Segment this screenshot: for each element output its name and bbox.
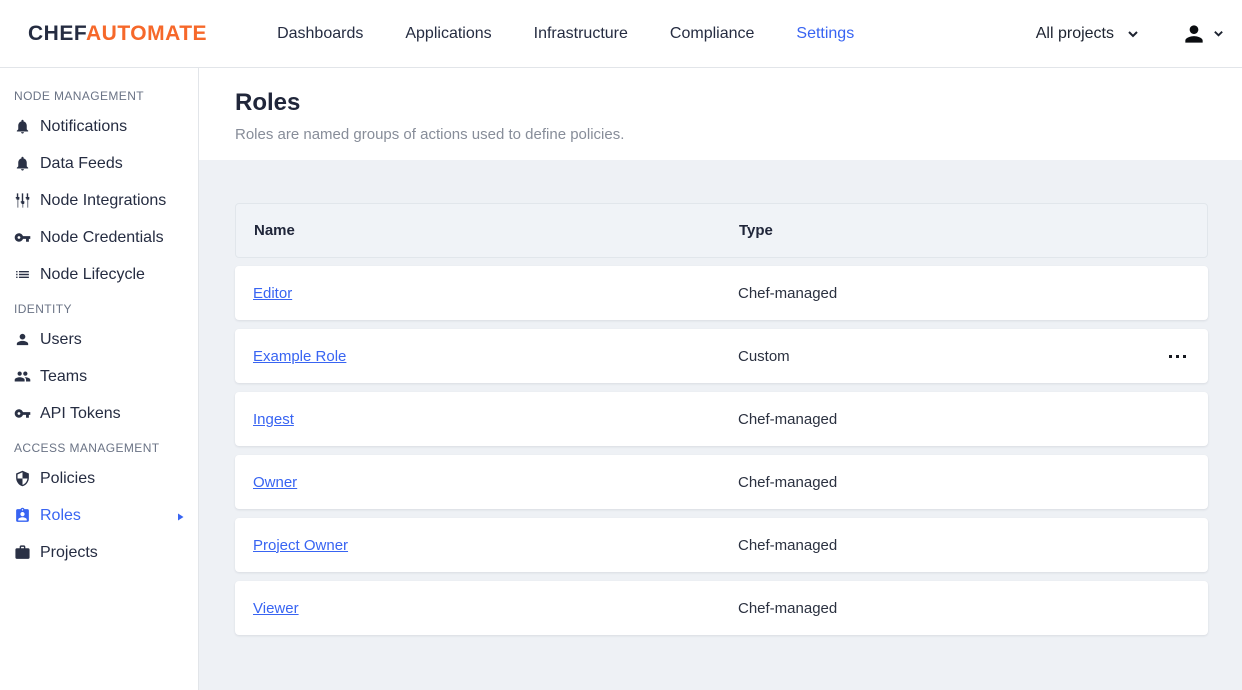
list-icon: [14, 266, 32, 284]
sidebar-item-label: Node Credentials: [40, 229, 164, 247]
roles-table-area: Name Type Editor Chef-managed Example Ro…: [199, 160, 1242, 690]
sidebar-item-roles[interactable]: Roles: [0, 497, 198, 534]
section-access-management: ACCESS MANAGEMENT Policies Roles Project…: [0, 436, 198, 571]
sidebar-item-label: Node Integrations: [40, 192, 166, 210]
column-header-type: Type: [739, 222, 1189, 239]
page-title: Roles: [235, 89, 1206, 117]
sidebar-item-label: Notifications: [40, 118, 127, 136]
role-type: Custom: [738, 348, 1165, 365]
section-title: ACCESS MANAGEMENT: [0, 436, 198, 460]
table-row: Editor Chef-managed: [235, 266, 1208, 320]
projects-filter-dropdown[interactable]: All projects: [1036, 25, 1139, 43]
logo-chef: CHEF: [28, 22, 86, 45]
key-icon: [14, 229, 32, 247]
chef-automate-logo[interactable]: CHEFAUTOMATE: [28, 22, 207, 46]
user-avatar-icon: [1181, 21, 1207, 47]
table-row: Example Role Custom: [235, 329, 1208, 383]
sidebar-item-data-feeds[interactable]: Data Feeds: [0, 145, 198, 182]
sliders-icon: [14, 192, 32, 210]
role-link-editor[interactable]: Editor: [253, 285, 292, 302]
role-type: Chef-managed: [738, 537, 1190, 554]
role-type: Chef-managed: [738, 600, 1190, 617]
sidebar-item-label: API Tokens: [40, 405, 121, 423]
sidebar-item-teams[interactable]: Teams: [0, 358, 198, 395]
role-type: Chef-managed: [738, 285, 1190, 302]
bell-icon: [14, 118, 32, 136]
badge-icon: [14, 507, 32, 525]
main-content: Roles Roles are named groups of actions …: [199, 68, 1242, 690]
page-header: Roles Roles are named groups of actions …: [199, 68, 1242, 160]
projects-filter-label: All projects: [1036, 25, 1114, 43]
role-type: Chef-managed: [738, 474, 1190, 491]
role-type: Chef-managed: [738, 411, 1190, 428]
topnav-right: All projects: [1036, 21, 1224, 47]
sidebar-item-api-tokens[interactable]: API Tokens: [0, 395, 198, 432]
role-link-owner[interactable]: Owner: [253, 474, 297, 491]
role-link-example-role[interactable]: Example Role: [253, 348, 346, 365]
sidebar-item-projects[interactable]: Projects: [0, 534, 198, 571]
nav-applications[interactable]: Applications: [405, 25, 491, 43]
page-subtitle: Roles are named groups of actions used t…: [235, 126, 1206, 143]
role-link-project-owner[interactable]: Project Owner: [253, 537, 348, 554]
table-row: Owner Chef-managed: [235, 455, 1208, 509]
nav-dashboards[interactable]: Dashboards: [277, 25, 363, 43]
active-arrow-icon: [174, 510, 186, 522]
person-icon: [14, 331, 32, 349]
sidebar-item-node-lifecycle[interactable]: Node Lifecycle: [0, 256, 198, 293]
sidebar-item-label: Teams: [40, 368, 87, 386]
role-link-viewer[interactable]: Viewer: [253, 600, 299, 617]
section-node-management: NODE MANAGEMENT Notifications Data Feeds…: [0, 84, 198, 293]
people-icon: [14, 368, 32, 386]
table-row: Viewer Chef-managed: [235, 581, 1208, 635]
section-identity: IDENTITY Users Teams API Tokens: [0, 297, 198, 432]
sidebar-item-label: Data Feeds: [40, 155, 123, 173]
section-title: NODE MANAGEMENT: [0, 84, 198, 108]
role-link-ingest[interactable]: Ingest: [253, 411, 294, 428]
chevron-down-icon: [1127, 28, 1139, 40]
column-header-name: Name: [254, 222, 739, 239]
settings-sidebar: NODE MANAGEMENT Notifications Data Feeds…: [0, 68, 199, 690]
nav-compliance[interactable]: Compliance: [670, 25, 754, 43]
sidebar-item-users[interactable]: Users: [0, 321, 198, 358]
user-menu[interactable]: [1181, 21, 1224, 47]
sidebar-item-node-credentials[interactable]: Node Credentials: [0, 219, 198, 256]
nav-settings[interactable]: Settings: [796, 25, 854, 43]
sidebar-item-label: Policies: [40, 470, 95, 488]
table-row: Ingest Chef-managed: [235, 392, 1208, 446]
logo-automate: AUTOMATE: [86, 22, 207, 45]
sidebar-item-node-integrations[interactable]: Node Integrations: [0, 182, 198, 219]
briefcase-icon: [14, 544, 32, 562]
bell-icon: [14, 155, 32, 173]
sidebar-item-label: Roles: [40, 507, 81, 525]
sidebar-item-policies[interactable]: Policies: [0, 460, 198, 497]
nav-infrastructure[interactable]: Infrastructure: [534, 25, 628, 43]
sidebar-item-notifications[interactable]: Notifications: [0, 108, 198, 145]
key-icon: [14, 405, 32, 423]
section-title: IDENTITY: [0, 297, 198, 321]
table-header-row: Name Type: [235, 203, 1208, 258]
shield-icon: [14, 470, 32, 488]
table-row: Project Owner Chef-managed: [235, 518, 1208, 572]
row-menu-ellipsis-button[interactable]: [1165, 347, 1190, 366]
top-navbar: CHEFAUTOMATE Dashboards Applications Inf…: [0, 0, 1242, 68]
sidebar-item-label: Users: [40, 331, 82, 349]
chevron-down-icon: [1213, 28, 1224, 39]
sidebar-item-label: Projects: [40, 544, 98, 562]
primary-nav: Dashboards Applications Infrastructure C…: [277, 25, 854, 43]
sidebar-item-label: Node Lifecycle: [40, 266, 145, 284]
